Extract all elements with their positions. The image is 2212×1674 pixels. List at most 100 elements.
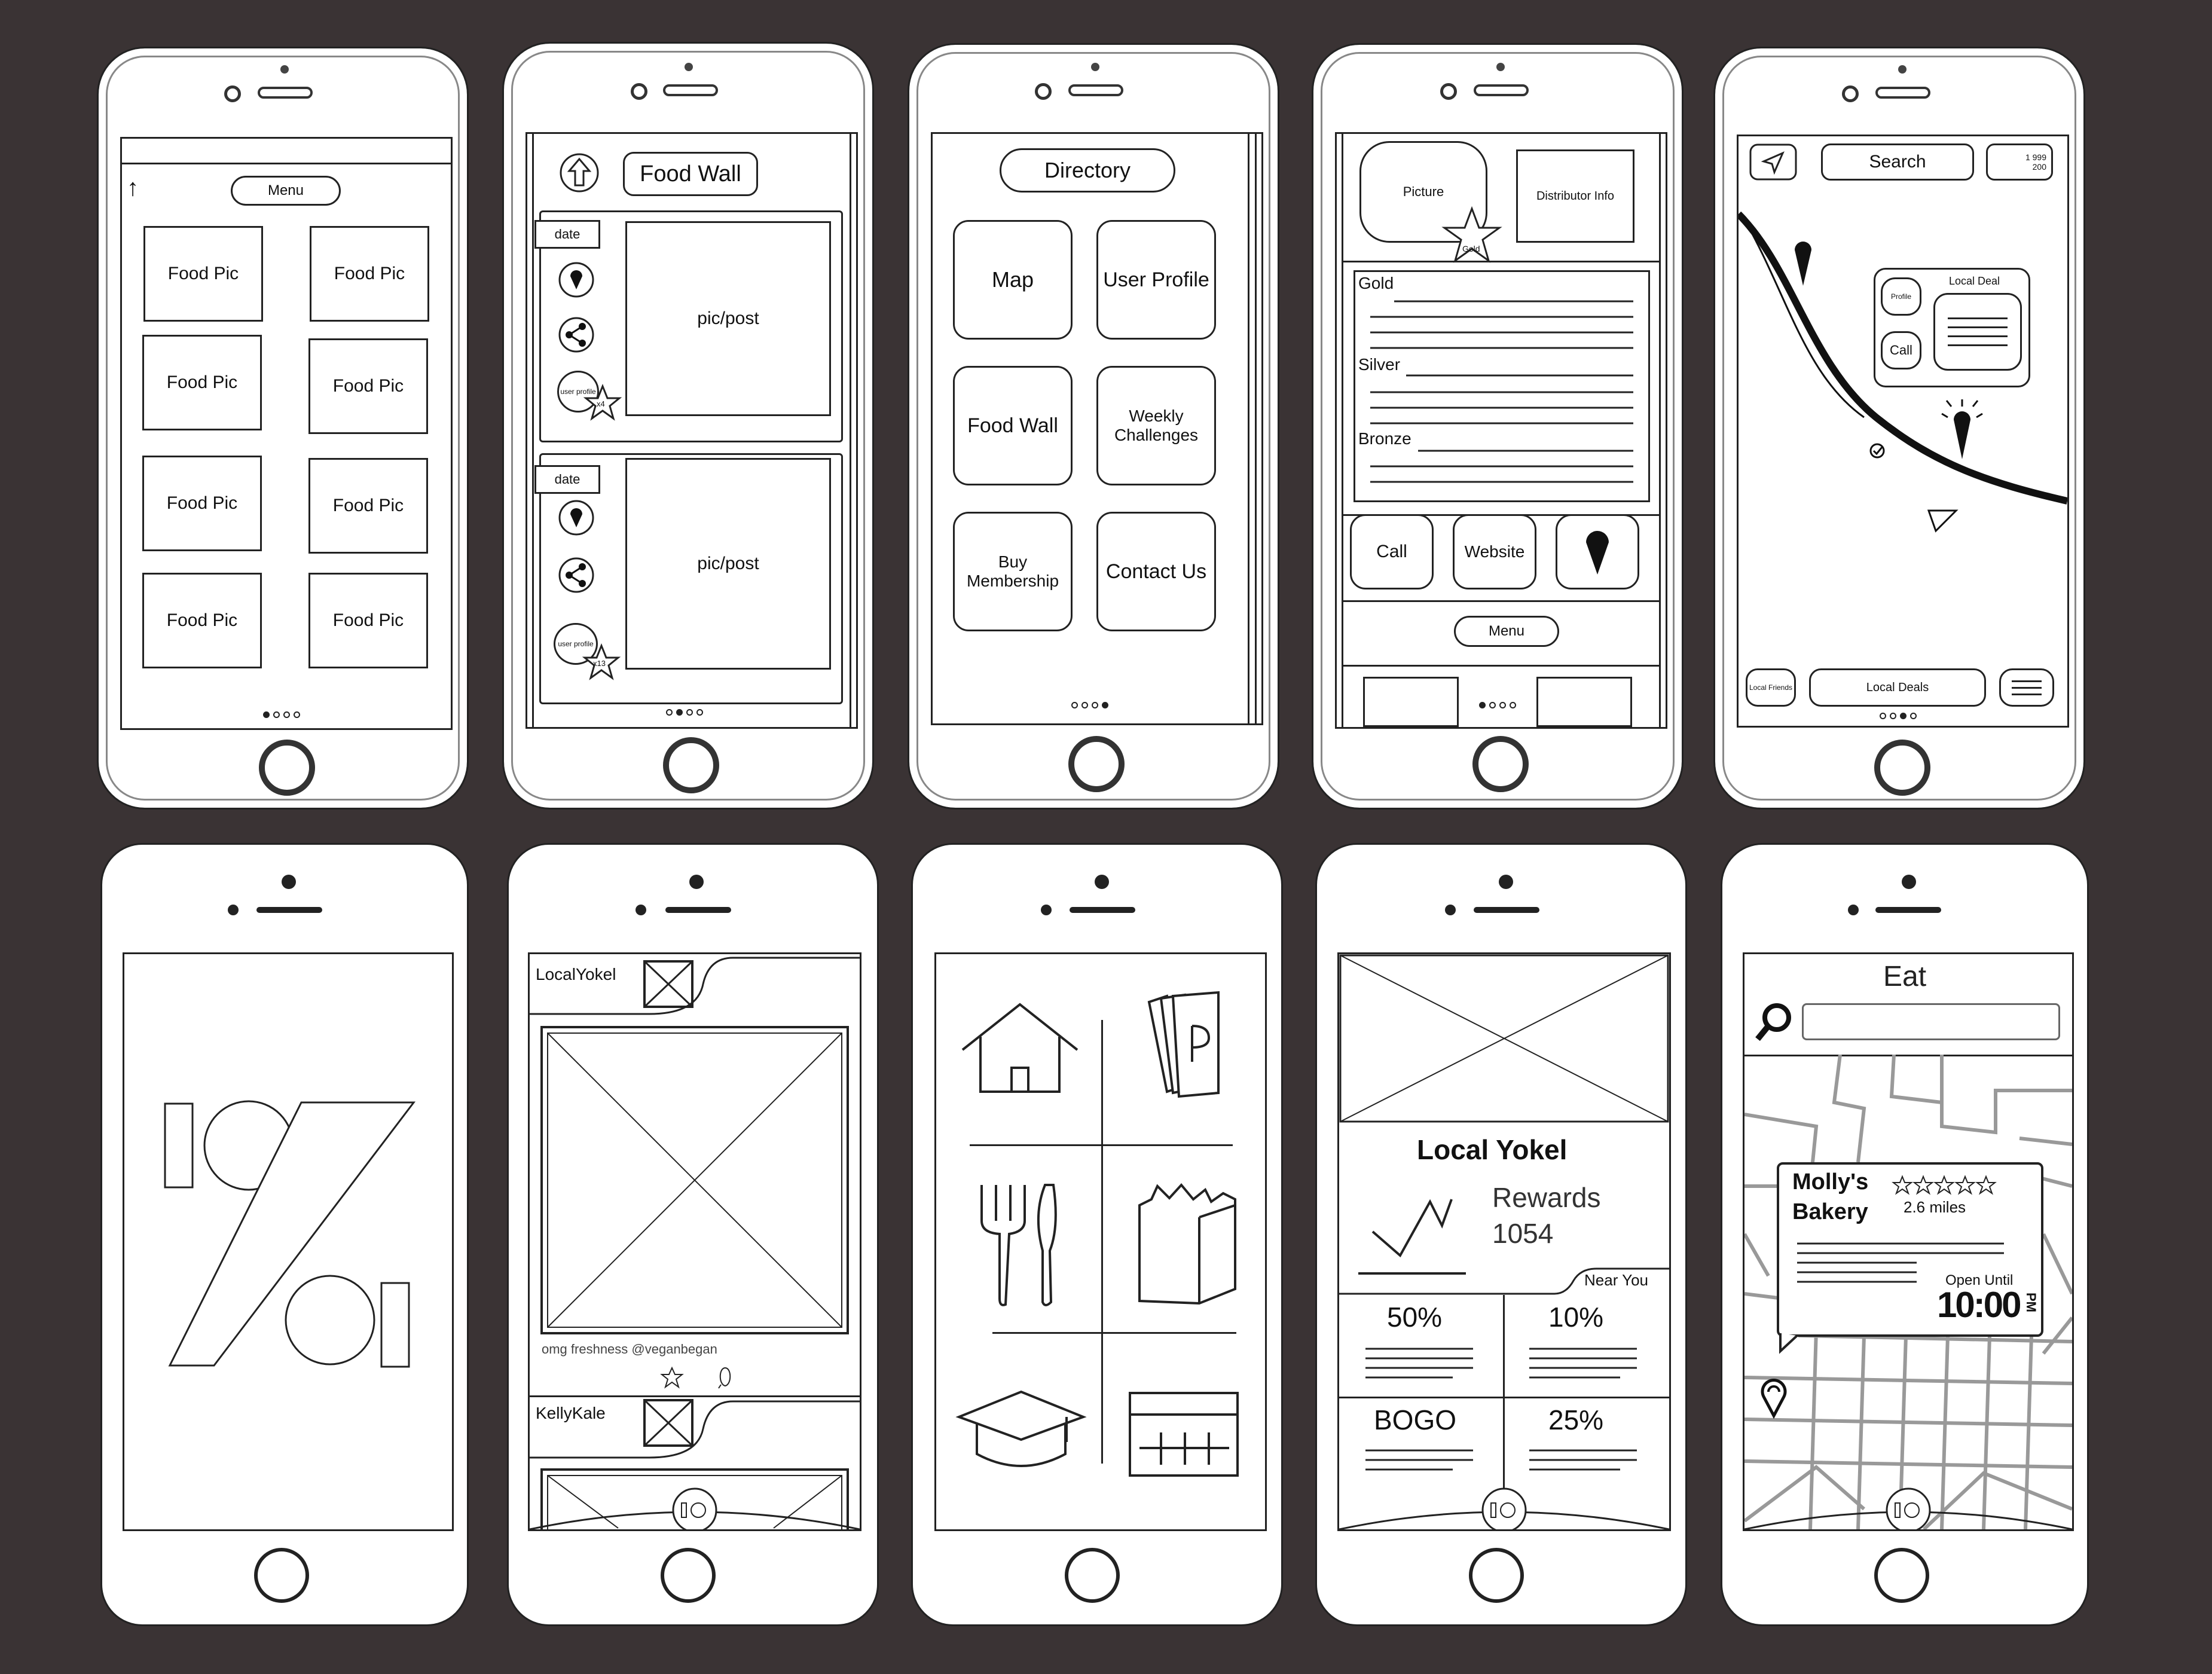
search-field[interactable]: Search [1821, 143, 1974, 181]
speaker-grille [1474, 907, 1539, 913]
map-tile[interactable]: Map [953, 220, 1073, 340]
star-icon[interactable] [660, 1366, 684, 1389]
post-image[interactable]: pic/post [625, 221, 831, 416]
closing-time: 10:00 [1937, 1285, 2021, 1325]
place-name-line2: Bakery [1792, 1199, 1868, 1224]
bottom-tab-right[interactable] [1536, 677, 1632, 727]
closing-time-suffix: PM [2024, 1293, 2039, 1312]
front-camera [1041, 905, 1052, 915]
home-button[interactable] [1874, 740, 1930, 796]
sensor-dot [685, 63, 693, 71]
home-button[interactable] [1472, 736, 1529, 792]
deal-percent[interactable]: 10% [1548, 1301, 1603, 1333]
comment-icon[interactable] [716, 1367, 734, 1389]
location-pin-icon[interactable] [1759, 1376, 1789, 1419]
search-input[interactable] [1802, 1003, 2060, 1040]
share-icon[interactable] [558, 557, 594, 593]
hero-image-placeholder [1339, 954, 1669, 1123]
map-pin-button[interactable] [1556, 514, 1639, 589]
home-button[interactable] [663, 737, 719, 793]
rewards-label: Rewards [1492, 1182, 1601, 1213]
phone-map-search: Search 1 999 200 Profile Call Local Deal… [1713, 47, 2085, 809]
menu-lines-icon[interactable] [1999, 668, 2054, 707]
place-distance: 2.6 miles [1904, 1198, 1966, 1216]
home-button[interactable] [1469, 1548, 1524, 1603]
front-camera [1848, 905, 1859, 915]
sensor-dot [1902, 875, 1916, 889]
front-camera [636, 905, 646, 915]
food-wall-tile[interactable]: Food Wall [953, 366, 1073, 485]
menu-button[interactable]: Menu [1454, 616, 1559, 647]
calendar-icon[interactable] [1128, 1391, 1241, 1480]
front-camera [228, 905, 239, 915]
home-button[interactable] [1068, 736, 1125, 792]
upload-icon[interactable] [558, 152, 600, 194]
back-arrow-icon[interactable]: ↑ [127, 175, 139, 201]
bottom-tab-left[interactable] [1363, 677, 1459, 727]
home-button[interactable] [661, 1548, 716, 1603]
speaker-grille [663, 84, 718, 96]
post-caption: omg freshness @veganbegan [542, 1342, 717, 1357]
post-image[interactable] [540, 1026, 849, 1334]
food-pic-tile[interactable]: Food Pic [142, 573, 262, 668]
phone-social-feed: LocalYokel omg freshness @veganbegan Kel… [507, 843, 879, 1626]
frame-line [1342, 134, 1343, 727]
front-camera [224, 85, 241, 102]
screen: Food Wall date pic/post user profile x4 … [525, 132, 858, 729]
rewards-value: 1054 [1492, 1218, 1554, 1249]
weekly-challenges-tile[interactable]: Weekly Challenges [1096, 366, 1216, 485]
speaker-grille [1875, 87, 1930, 99]
local-deals-button[interactable]: Local Deals [1809, 668, 1986, 707]
home-button[interactable] [1065, 1548, 1120, 1603]
deal-percent[interactable]: 50% [1387, 1301, 1442, 1333]
contact-us-tile[interactable]: Contact Us [1096, 512, 1216, 631]
search-icon[interactable] [1753, 1001, 1795, 1043]
home-icon[interactable] [960, 1002, 1080, 1098]
money-icon[interactable] [1143, 990, 1227, 1098]
screen-title: Eat [1883, 961, 1927, 992]
directory-title: Directory [1000, 148, 1175, 193]
popup-details [1933, 293, 2022, 371]
navigate-arrow-icon[interactable] [1749, 143, 1797, 181]
user-profile-tile[interactable]: User Profile [1096, 220, 1216, 340]
buy-membership-tile[interactable]: Buy Membership [953, 512, 1073, 631]
home-button[interactable] [259, 740, 315, 796]
food-pic-tile[interactable]: Food Pic [142, 456, 262, 551]
place-card-pointer [1779, 1333, 1798, 1354]
popup-profile-button[interactable]: Profile [1881, 277, 1921, 316]
popup-call-button[interactable]: Call [1881, 331, 1921, 369]
call-button[interactable]: Call [1350, 514, 1434, 589]
graduation-cap-icon[interactable] [955, 1388, 1087, 1472]
sensor-dot [1091, 63, 1099, 71]
speaker-grille [258, 87, 313, 99]
grocery-bag-icon[interactable] [1134, 1181, 1241, 1307]
grid-divider [992, 1332, 1236, 1334]
bottom-nav-arc [1744, 1487, 2072, 1529]
food-pic-tile[interactable]: Food Pic [142, 335, 262, 430]
phone-eat-map: Eat Molly's Bakery 2.6 miles Open Until … [1721, 843, 2089, 1626]
phone-icon-menu [911, 843, 1283, 1626]
screen: Search 1 999 200 Profile Call Local Deal… [1737, 135, 2069, 728]
near-you-tab[interactable]: Near You [1584, 1271, 1648, 1290]
share-icon[interactable] [558, 317, 594, 353]
sensor-dot [1898, 65, 1907, 74]
sensor-dot [282, 875, 296, 889]
scrollbar-line [1248, 134, 1249, 723]
food-pic-tile[interactable]: Food Pic [310, 226, 429, 322]
food-pic-tile[interactable]: Food Pic [308, 573, 428, 668]
location-pin-icon[interactable] [558, 500, 594, 536]
menu-button[interactable]: Menu [231, 176, 341, 206]
local-friends-button[interactable]: Local Friends [1746, 668, 1796, 707]
fork-knife-icon[interactable] [976, 1179, 1071, 1311]
post-image[interactable]: pic/post [625, 458, 831, 670]
location-pin-icon[interactable] [558, 262, 594, 298]
home-button[interactable] [1874, 1548, 1929, 1603]
food-pic-tile[interactable]: Food Pic [308, 458, 428, 554]
food-pic-tile[interactable]: Food Pic [143, 226, 263, 322]
star-rating [1892, 1175, 1997, 1195]
divider [1342, 665, 1661, 667]
food-pic-tile[interactable]: Food Pic [308, 338, 428, 434]
home-button[interactable] [254, 1548, 309, 1603]
tier-lines [1370, 300, 1633, 483]
website-button[interactable]: Website [1453, 514, 1536, 589]
